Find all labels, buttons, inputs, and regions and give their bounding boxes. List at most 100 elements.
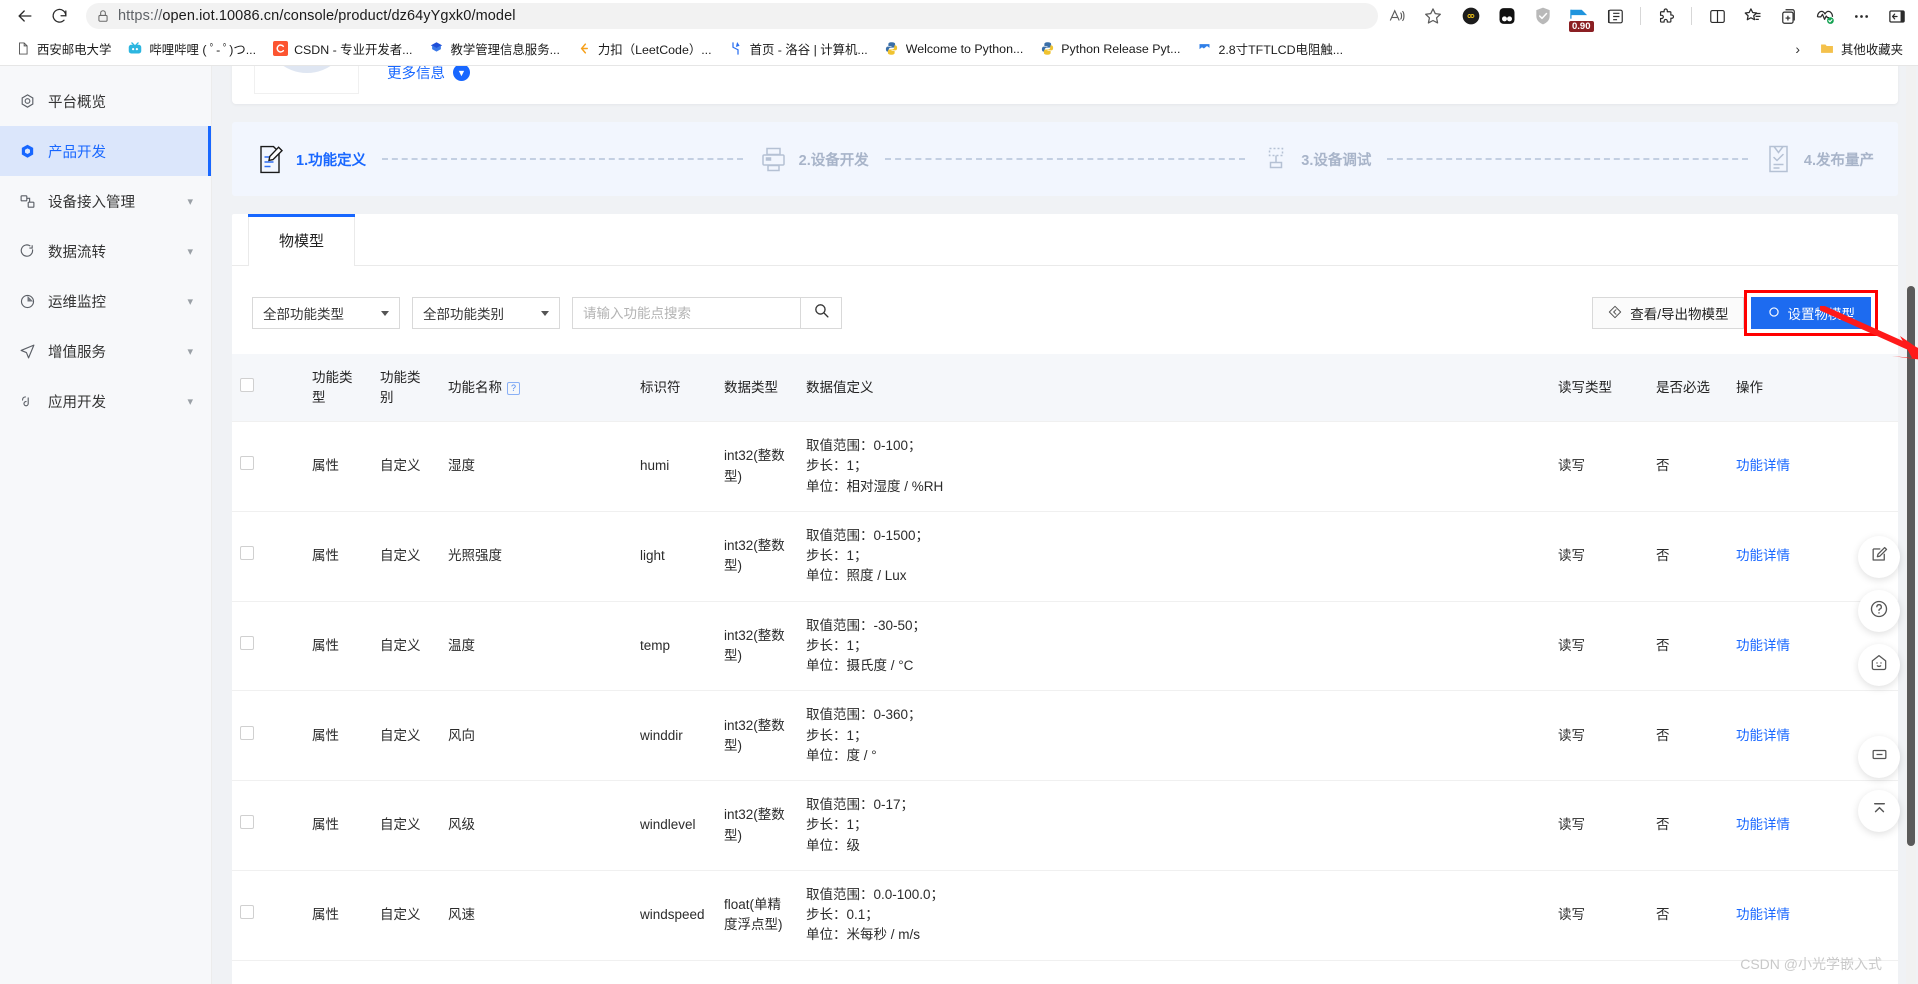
toolbar-divider-2 bbox=[1691, 7, 1692, 25]
reload-icon[interactable] bbox=[44, 2, 74, 30]
bookmark-item[interactable]: Python Release Pyt... bbox=[1032, 38, 1187, 60]
scrollbar-thumb[interactable] bbox=[1907, 286, 1915, 846]
tab-thing-model[interactable]: 物模型 bbox=[248, 214, 356, 266]
cell-value-definition: 取值范围：0-360； 步长：1； 单位：度 / ° bbox=[798, 690, 1550, 782]
infinity-extension-icon[interactable] bbox=[1460, 5, 1482, 27]
sidebar-item-ops-monitoring[interactable]: 运维监控 ▾ bbox=[0, 276, 211, 326]
split-screen-icon[interactable] bbox=[1604, 5, 1626, 27]
minimize-icon bbox=[1870, 745, 1889, 769]
function-detail-link[interactable]: 功能详情 bbox=[1736, 548, 1790, 563]
bookmark-item[interactable]: 哔哩哔哩 ( ﾟ- ﾟ)つ... bbox=[120, 37, 263, 61]
customer-service-button[interactable] bbox=[1858, 644, 1900, 686]
read-aloud-icon[interactable] bbox=[1386, 5, 1408, 27]
table-header-row: 功能类型 功能类别 功能名称? 标识符 数据类型 数据值定义 读写类型 是否必选… bbox=[232, 354, 1898, 422]
chevron-down-icon[interactable]: ▾ bbox=[187, 295, 193, 308]
value-def-line: 步长：1； bbox=[806, 727, 868, 743]
table-row[interactable]: 属性 自定义 风向 winddir int32(整数型) 取值范围：0-360；… bbox=[232, 690, 1898, 782]
step-publish[interactable]: 4.发布量产 bbox=[1764, 143, 1874, 175]
function-detail-link[interactable]: 功能详情 bbox=[1736, 728, 1790, 743]
function-detail-link[interactable]: 功能详情 bbox=[1736, 638, 1790, 653]
row-checkbox[interactable] bbox=[240, 905, 254, 920]
performance-icon[interactable] bbox=[1814, 5, 1836, 27]
table-row[interactable]: 属性 自定义 温度 temp int32(整数型) 取值范围：-30-50； 步… bbox=[232, 601, 1898, 692]
bookmark-item[interactable]: 教学管理信息服务... bbox=[421, 37, 566, 61]
bookmark-item[interactable]: CSDN - 专业开发者... bbox=[265, 37, 419, 61]
lock-icon bbox=[96, 9, 110, 23]
star-icon[interactable] bbox=[1422, 5, 1444, 27]
row-checkbox[interactable] bbox=[240, 815, 254, 830]
address-bar[interactable]: https://open.iot.10086.cn/console/produc… bbox=[86, 3, 1378, 29]
table-row[interactable]: 属性 自定义 光照强度 light int32(整数型) 取值范围：0-1500… bbox=[232, 511, 1898, 602]
help-button[interactable] bbox=[1858, 590, 1900, 632]
other-bookmarks-label: 其他收藏夹 bbox=[1841, 42, 1903, 57]
page-scrollbar[interactable] bbox=[1906, 66, 1916, 984]
row-checkbox[interactable] bbox=[240, 635, 254, 650]
other-bookmarks-folder[interactable]: 其他收藏夹 bbox=[1812, 37, 1910, 61]
bookmark-item[interactable]: 西安邮电大学 bbox=[8, 37, 118, 61]
cell-identifier: windlevel bbox=[632, 780, 716, 871]
view-export-model-button[interactable]: 查看/导出物模型 bbox=[1592, 297, 1744, 329]
function-category-select[interactable]: 全部功能类别 bbox=[412, 297, 560, 329]
export-diamond-icon bbox=[1607, 304, 1623, 323]
more-info-toggle[interactable]: 更多信息 ▼ bbox=[387, 66, 470, 83]
cell-function-category: 自定义 bbox=[372, 511, 440, 602]
adblock-shield-icon[interactable] bbox=[1532, 5, 1554, 27]
bookmark-item[interactable]: 力扣（LeetCode）... bbox=[569, 37, 719, 61]
table-row[interactable]: 属性 自定义 湿度 humi int32(整数型) 取值范围：0-100； 步长… bbox=[232, 421, 1898, 512]
chevron-down-icon[interactable]: ▾ bbox=[187, 345, 193, 358]
function-type-select[interactable]: 全部功能类型 bbox=[252, 297, 400, 329]
sidebar-item-device-access[interactable]: 设备接入管理 ▾ bbox=[0, 176, 211, 226]
row-checkbox[interactable] bbox=[240, 546, 254, 561]
sidebar-item-app-development[interactable]: 应用开发 ▾ bbox=[0, 376, 211, 426]
search-button[interactable] bbox=[800, 297, 842, 329]
cell-rw-type: 读写 bbox=[1550, 780, 1648, 871]
search-input[interactable] bbox=[572, 297, 800, 329]
row-checkbox[interactable] bbox=[240, 456, 254, 471]
more-info-label: 更多信息 bbox=[387, 66, 445, 82]
puzzle-extensions-icon[interactable] bbox=[1655, 5, 1677, 27]
product-thumbnail bbox=[254, 66, 359, 94]
header-function-category: 功能类别 bbox=[372, 354, 440, 422]
settings-more-icon[interactable] bbox=[1850, 5, 1872, 27]
help-icon[interactable]: ? bbox=[507, 381, 520, 395]
minimize-button[interactable] bbox=[1858, 736, 1900, 778]
step-device-debug[interactable]: 3.设备调试 bbox=[1261, 143, 1371, 175]
sidebar-item-value-added-services[interactable]: 增值服务 ▾ bbox=[0, 326, 211, 376]
set-thing-model-button[interactable]: 设置物模型 bbox=[1750, 297, 1871, 329]
value-def-line: 单位：相对湿度 / %RH bbox=[806, 478, 944, 494]
function-detail-link[interactable]: 功能详情 bbox=[1736, 817, 1790, 832]
browser-essentials-icon[interactable] bbox=[1706, 5, 1728, 27]
step-function-definition[interactable]: 1.功能定义 bbox=[256, 143, 366, 175]
cell-action: 功能详情 bbox=[1728, 421, 1898, 512]
bookmark-item[interactable]: 首页 - 洛谷 | 计算机... bbox=[721, 37, 875, 61]
chevron-down-icon[interactable]: ▾ bbox=[187, 195, 193, 208]
select-all-checkbox[interactable] bbox=[240, 377, 254, 392]
function-detail-link[interactable]: 功能详情 bbox=[1736, 458, 1790, 473]
product-image bbox=[263, 66, 350, 73]
back-arrow-icon[interactable] bbox=[10, 2, 40, 30]
bookmarks-overflow-chevron-icon[interactable]: › bbox=[1785, 38, 1810, 60]
sidebar-item-data-flow[interactable]: 数据流转 ▾ bbox=[0, 226, 211, 276]
table-row[interactable]: 属性 自定义 风速 windspeed float(单精度浮点型) 取值范围：0… bbox=[232, 870, 1898, 961]
bookmark-label: 力扣（LeetCode）... bbox=[597, 42, 712, 57]
bookmark-item[interactable]: 2.8寸TFTLCD电阻触... bbox=[1189, 37, 1350, 61]
sidebar-item-platform-overview[interactable]: 平台概览 bbox=[0, 76, 211, 126]
table-row[interactable]: 属性 自定义 风级 windlevel int32(整数型) 取值范围：0-17… bbox=[232, 780, 1898, 871]
bookmark-item[interactable]: Welcome to Python... bbox=[877, 38, 1031, 60]
chevron-down-icon[interactable]: ▾ bbox=[187, 245, 193, 258]
function-detail-link[interactable]: 功能详情 bbox=[1736, 907, 1790, 922]
step-device-development[interactable]: 2.设备开发 bbox=[759, 143, 869, 175]
feedback-button[interactable] bbox=[1858, 536, 1900, 578]
back-to-top-button[interactable] bbox=[1858, 790, 1900, 832]
chevron-down-circle-icon[interactable]: ▼ bbox=[453, 66, 470, 81]
sidebar-toggle-icon[interactable] bbox=[1886, 5, 1908, 27]
cell-required: 否 bbox=[1648, 870, 1728, 961]
add-favorite-icon[interactable] bbox=[1778, 5, 1800, 27]
sidebar-item-product-development[interactable]: 产品开发 bbox=[0, 126, 211, 176]
row-checkbox[interactable] bbox=[240, 725, 254, 740]
product-steps: 1.功能定义 2.设备开发 3.设备调试 4.发布量产 bbox=[232, 122, 1898, 196]
chevron-down-icon[interactable]: ▾ bbox=[187, 395, 193, 408]
dark-reader-extension-icon[interactable] bbox=[1496, 5, 1518, 27]
video-speed-extension-icon[interactable]: 0.90 bbox=[1568, 5, 1594, 32]
collections-icon[interactable] bbox=[1742, 5, 1764, 27]
